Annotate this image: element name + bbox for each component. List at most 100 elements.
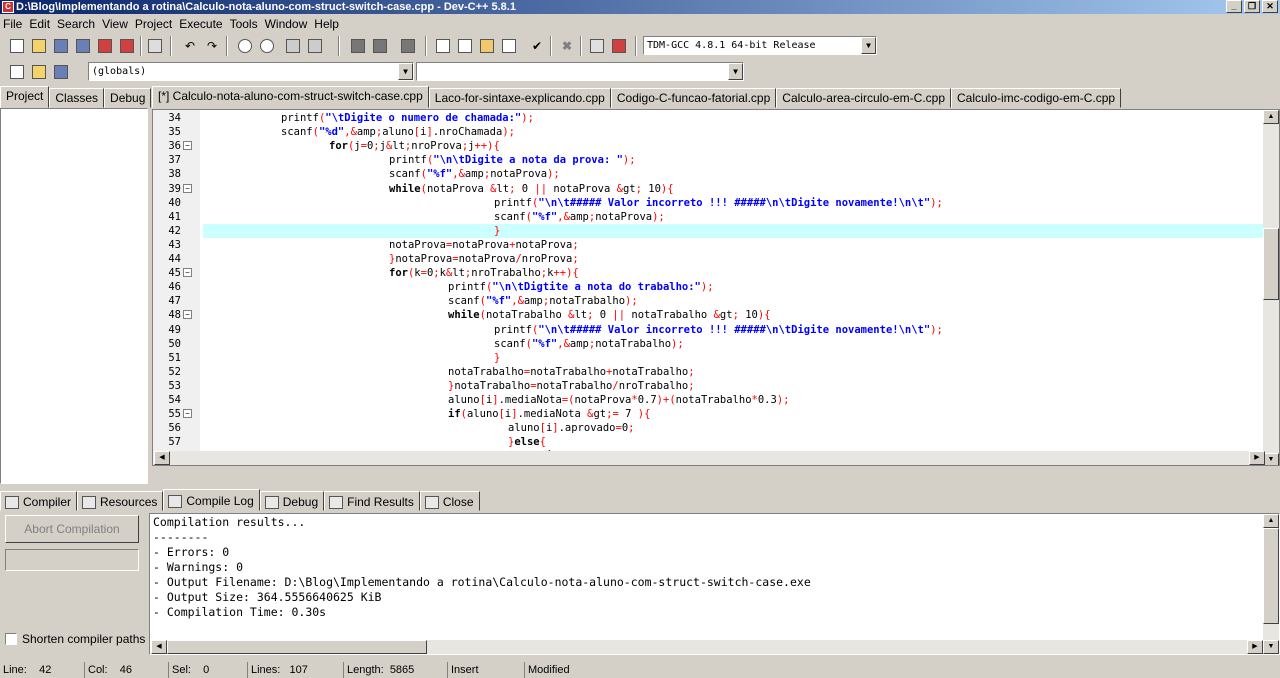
member-select[interactable]: ▼: [416, 62, 744, 81]
project-remove-icon[interactable]: [499, 36, 519, 56]
code-line[interactable]: }: [203, 223, 1265, 238]
scroll-left-icon[interactable]: ◀: [151, 640, 167, 654]
class-browser-icon[interactable]: [7, 62, 27, 82]
save-all-icon[interactable]: [73, 36, 93, 56]
code-line[interactable]: notaTrabalho=notaTrabalho+notaTrabalho;: [203, 365, 1265, 379]
menu-file[interactable]: File: [0, 15, 26, 32]
tab-debug[interactable]: Debug: [104, 88, 152, 108]
code-line[interactable]: printf("\n\t##### Valor incorreto !!! ##…: [203, 196, 1265, 210]
compile-icon[interactable]: ✔: [527, 36, 547, 56]
goto-function-icon[interactable]: [305, 36, 325, 56]
scope-select[interactable]: (globals) ▼: [88, 62, 414, 81]
scroll-thumb[interactable]: [167, 640, 427, 654]
code-line[interactable]: aluno[i].mediaNota=(notaProva*0.7)+(nota…: [203, 393, 1265, 407]
menu-help[interactable]: Help: [311, 15, 343, 32]
code-line[interactable]: while(notaTrabalho &lt; 0 || notaTrabalh…: [203, 308, 1265, 322]
new-file-icon[interactable]: [7, 36, 27, 56]
tab-debug-output[interactable]: Debug: [259, 491, 325, 511]
tab-classes[interactable]: Classes: [49, 88, 105, 108]
horizontal-scrollbar[interactable]: ◀ ▶: [154, 451, 1265, 465]
menu-tools[interactable]: Tools: [227, 15, 262, 32]
profile-icon[interactable]: [587, 36, 607, 56]
code-line[interactable]: scanf("%f",&amp;notaProva);: [203, 210, 1265, 224]
fold-toggle-icon[interactable]: −: [183, 310, 192, 320]
chevron-down-icon[interactable]: ▼: [728, 63, 743, 80]
toggle-comment-icon[interactable]: [398, 36, 418, 56]
tab-resources[interactable]: Resources: [77, 491, 164, 511]
tab-find-results[interactable]: Find Results: [324, 491, 420, 511]
code-line[interactable]: scanf("%f",&amp;notaProva);: [203, 167, 1265, 181]
fold-toggle-icon[interactable]: −: [183, 268, 192, 278]
insert-icon[interactable]: [29, 62, 49, 82]
stop-icon[interactable]: ✖: [557, 36, 577, 56]
open-file-icon[interactable]: [29, 36, 49, 56]
shorten-paths-option[interactable]: Shorten compiler paths: [5, 632, 145, 646]
minimize-button[interactable]: _: [1226, 0, 1242, 13]
menu-search[interactable]: Search: [54, 15, 99, 32]
code-area[interactable]: printf("\tDigite o numero de chamada:");…: [203, 110, 1265, 465]
scroll-down-icon[interactable]: ▼: [1263, 453, 1279, 465]
scroll-up-icon[interactable]: ▲: [1263, 514, 1279, 528]
code-line[interactable]: }: [203, 351, 1265, 365]
code-line[interactable]: }else{: [203, 435, 1265, 449]
scroll-up-icon[interactable]: ▲: [1263, 110, 1279, 124]
project-tree[interactable]: [0, 108, 148, 484]
scroll-thumb[interactable]: [1263, 228, 1279, 300]
fold-toggle-icon[interactable]: −: [183, 409, 192, 419]
debug-icon[interactable]: [609, 36, 629, 56]
fold-toggle-icon[interactable]: −: [183, 141, 192, 151]
bookmark-icon[interactable]: [51, 62, 71, 82]
chevron-down-icon[interactable]: ▼: [398, 63, 413, 80]
project-add-icon[interactable]: [455, 36, 475, 56]
menu-view[interactable]: View: [99, 15, 132, 32]
close-all-icon[interactable]: [117, 36, 137, 56]
code-line[interactable]: for(k=0;k&lt;nroTrabalho;k++){: [203, 266, 1265, 280]
code-line[interactable]: scanf("%f",&amp;notaTrabalho);: [203, 294, 1265, 308]
menu-project[interactable]: Project: [132, 15, 176, 32]
project-new-icon[interactable]: [433, 36, 453, 56]
code-line[interactable]: }notaTrabalho=notaTrabalho/nroTrabalho;: [203, 379, 1265, 393]
code-line[interactable]: for(j=0;j&lt;nroProva;j++){: [203, 139, 1265, 153]
scroll-thumb[interactable]: [1263, 528, 1279, 624]
close-button[interactable]: ✕: [1262, 0, 1278, 13]
scroll-right-icon[interactable]: ▶: [1247, 640, 1263, 654]
project-options-icon[interactable]: [477, 36, 497, 56]
undo-icon[interactable]: ↶: [180, 36, 200, 56]
menu-execute[interactable]: Execute: [176, 15, 226, 32]
code-line[interactable]: }notaProva=notaProva/nroProva;: [203, 252, 1265, 266]
scroll-right-icon[interactable]: ▶: [1249, 451, 1265, 465]
log-horizontal-scrollbar[interactable]: ◀ ▶: [151, 640, 1263, 654]
editor-tab[interactable]: Calculo-imc-codigo-em-C.cpp: [951, 88, 1122, 108]
code-line[interactable]: scanf("%d",&amp;aluno[i].nroChamada);: [203, 125, 1265, 139]
code-line[interactable]: scanf("%f",&amp;notaTrabalho);: [203, 337, 1265, 351]
find-icon[interactable]: [235, 36, 255, 56]
code-line[interactable]: printf("\tDigite o numero de chamada:");: [203, 111, 1265, 125]
editor-tab[interactable]: Calculo-area-circulo-em-C.cpp: [776, 88, 951, 108]
editor-tab[interactable]: Codigo-C-funcao-fatorial.cpp: [610, 88, 777, 108]
menu-window[interactable]: Window: [262, 15, 312, 32]
menu-edit[interactable]: Edit: [26, 15, 54, 32]
compile-log[interactable]: ▲ ▼ ◀ ▶ Compilation results... -------- - …: [149, 513, 1280, 655]
code-line[interactable]: printf("\n\tDigite a nota da prova: ");: [203, 153, 1265, 167]
save-icon[interactable]: [51, 36, 71, 56]
code-line[interactable]: while(notaProva &lt; 0 || notaProva &gt;…: [203, 182, 1265, 196]
maximize-button[interactable]: ❐: [1244, 0, 1260, 13]
code-line[interactable]: notaProva=notaProva+notaProva;: [203, 238, 1265, 252]
goto-line-icon[interactable]: [283, 36, 303, 56]
fold-toggle-icon[interactable]: −: [183, 183, 192, 193]
tab-compile-log[interactable]: Compile Log: [163, 489, 260, 511]
tab-compiler[interactable]: Compiler: [0, 491, 78, 511]
redo-icon[interactable]: ↷: [202, 36, 222, 56]
code-line[interactable]: printf("\n\tDigtite a nota do trabalho:"…: [203, 280, 1265, 294]
vertical-scrollbar[interactable]: ▲ ▼: [1263, 110, 1279, 465]
shorten-paths-checkbox[interactable]: [5, 633, 17, 645]
code-line[interactable]: if(aluno[i].mediaNota &gt;= 7 ){: [203, 407, 1265, 421]
editor-tab[interactable]: Laco-for-sintaxe-explicando.cpp: [428, 88, 611, 108]
chevron-down-icon[interactable]: ▼: [861, 37, 876, 54]
code-line[interactable]: printf("\n\t##### Valor incorreto !!! ##…: [203, 323, 1265, 337]
editor-tab[interactable]: [*] Calculo-nota-aluno-com-struct-switch…: [152, 86, 429, 108]
code-editor[interactable]: 34 35 36−37 38 39−40 41 42 43 44 45−46 47 48−49 50 51…: [152, 109, 1280, 466]
code-line[interactable]: aluno[i].aprovado=0;: [203, 421, 1265, 435]
scroll-left-icon[interactable]: ◀: [154, 451, 170, 465]
print-icon[interactable]: [145, 36, 165, 56]
